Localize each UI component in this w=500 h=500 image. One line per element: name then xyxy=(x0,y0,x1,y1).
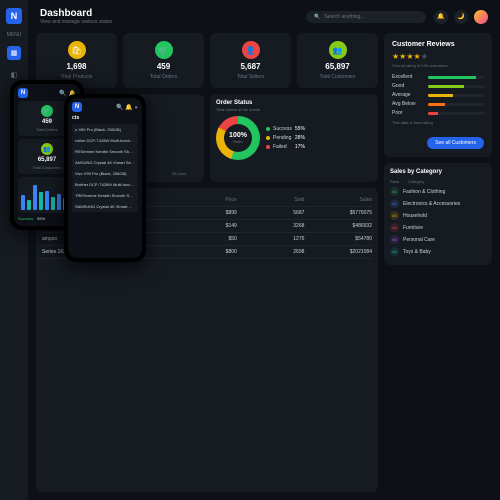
list-item[interactable]: RESemme Keratin Smooth Shampoo xyxy=(72,146,138,157)
list-item[interactable]: Vivo X90 Pro (Black, 256GB) xyxy=(72,168,138,179)
list-item[interactable]: o X90 Pro (Black, 256GB) xyxy=(72,124,138,135)
list-item[interactable]: Brother DCP-T428W Multi-functio... xyxy=(72,179,138,190)
rating-row: Average xyxy=(392,92,484,98)
avatar[interactable] xyxy=(474,10,488,24)
rating-row: Poor xyxy=(392,110,484,116)
category-row[interactable]: #5Personal Care xyxy=(390,235,486,244)
donut-chart: 100%Ratio xyxy=(216,116,260,160)
logo: N xyxy=(18,88,28,98)
page-title: Dashboard xyxy=(40,8,112,19)
search-input[interactable]: 🔍 Search anything... xyxy=(306,11,426,23)
page-subtitle: View and manage various states xyxy=(40,19,112,25)
category-row[interactable]: #6Toys & Baby xyxy=(390,247,486,256)
star-rating: ★★★★★ xyxy=(392,52,484,61)
stat-card: 👥65,897Total Customers xyxy=(297,33,378,88)
rating-row: Good xyxy=(392,83,484,89)
nav-dashboard[interactable]: ▦ xyxy=(7,46,21,60)
list-item[interactable]: SAMSUNG Crystal 4K iSmart Serie... xyxy=(72,201,138,212)
sales-by-category: Sales by Category RankCategory #1Fashion… xyxy=(384,163,492,265)
list-item[interactable]: TRESemme Keratin Smooth Shampoo xyxy=(72,190,138,201)
category-row[interactable]: #2Electronics & Accessories xyxy=(390,199,486,208)
list-item[interactable]: rother DCP-T428W Multi-functio... xyxy=(72,135,138,146)
customer-reviews: Customer Reviews ★★★★★ Overall rating of… xyxy=(384,33,492,157)
legend-item: Success55% xyxy=(266,126,305,132)
stat-icon: 👥 xyxy=(329,41,347,59)
category-row[interactable]: #1Fashion & Clothing xyxy=(390,187,486,196)
stat-icon: 🛍 xyxy=(68,41,86,59)
stat-icon: 👤 xyxy=(242,41,260,59)
stat-icon: 🛒 xyxy=(155,41,173,59)
logo: N xyxy=(72,102,82,112)
notification-icon[interactable]: 🔔 xyxy=(434,10,448,24)
order-status-title: Order Status xyxy=(216,100,372,106)
see-all-button[interactable]: See all Customers xyxy=(427,137,484,149)
legend-item: Pending28% xyxy=(266,135,305,141)
phone-mockups: N🔍 🔔 🛒459Total Orders 👥65,897Total Custo… xyxy=(10,80,146,262)
logo[interactable]: N xyxy=(6,8,22,24)
order-status-panel: Order Status Total orders of the month 1… xyxy=(210,94,378,182)
theme-toggle[interactable]: 🌙 xyxy=(454,10,468,24)
list-item[interactable]: AMSUNG Crystal 4K iSmart Serie... xyxy=(72,157,138,168)
rating-row: Excellent xyxy=(392,74,484,80)
menu-label: MENU xyxy=(7,32,22,38)
category-row[interactable]: #4Furniture xyxy=(390,223,486,232)
stat-card: 👤5,687Total Sellers xyxy=(210,33,291,88)
search-icon: 🔍 xyxy=(314,14,320,20)
topbar: Dashboard View and manage various states… xyxy=(28,0,500,33)
category-row[interactable]: #3Household xyxy=(390,211,486,220)
legend-item: Failed17% xyxy=(266,144,305,150)
rating-row: Avg Below xyxy=(392,101,484,107)
